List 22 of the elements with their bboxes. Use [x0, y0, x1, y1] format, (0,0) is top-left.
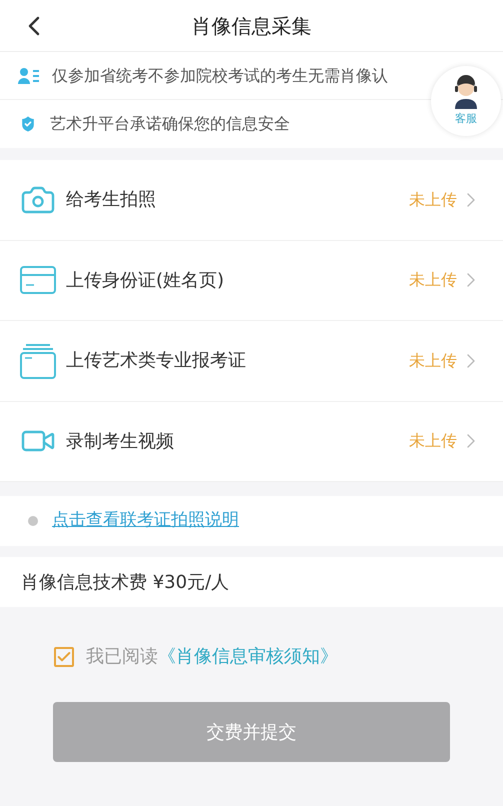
upload-item[interactable]: 录制考生视频 未上传 [0, 402, 503, 482]
card-icon [20, 266, 56, 294]
contact-list-icon [18, 66, 40, 84]
upload-status: 未上传 [409, 269, 457, 292]
upload-status: 未上传 [409, 430, 457, 452]
agreement-text: 我已阅读 [86, 646, 158, 667]
upload-label: 录制考生视频 [66, 430, 174, 454]
upload-label: 上传艺术类专业报考证 [66, 349, 246, 374]
upload-status: 未上传 [409, 350, 457, 372]
notice-text: 仅参加省统考不参加院校考试的考生无需肖像认 [52, 64, 388, 86]
upload-item[interactable]: 给考生拍照 未上传 [0, 160, 503, 240]
upload-item[interactable]: 上传身份证(姓名页) 未上传 [0, 240, 503, 321]
upload-label: 上传身份证(姓名页) [66, 268, 224, 293]
upload-label: 给考生拍照 [66, 188, 156, 212]
page-title: 肖像信息采集 [192, 12, 312, 40]
notice-text: 艺术升平台承诺确保您的信息安全 [50, 113, 290, 135]
support-agent-icon [452, 74, 480, 111]
fee-text: 肖像信息技术费 ¥30元/人 [21, 570, 230, 594]
agreement-checkbox[interactable] [54, 646, 74, 666]
upload-status: 未上传 [409, 188, 457, 211]
stacked-cards-icon [20, 342, 56, 379]
upload-item[interactable]: 上传艺术类专业报考证 未上传 [0, 321, 503, 402]
